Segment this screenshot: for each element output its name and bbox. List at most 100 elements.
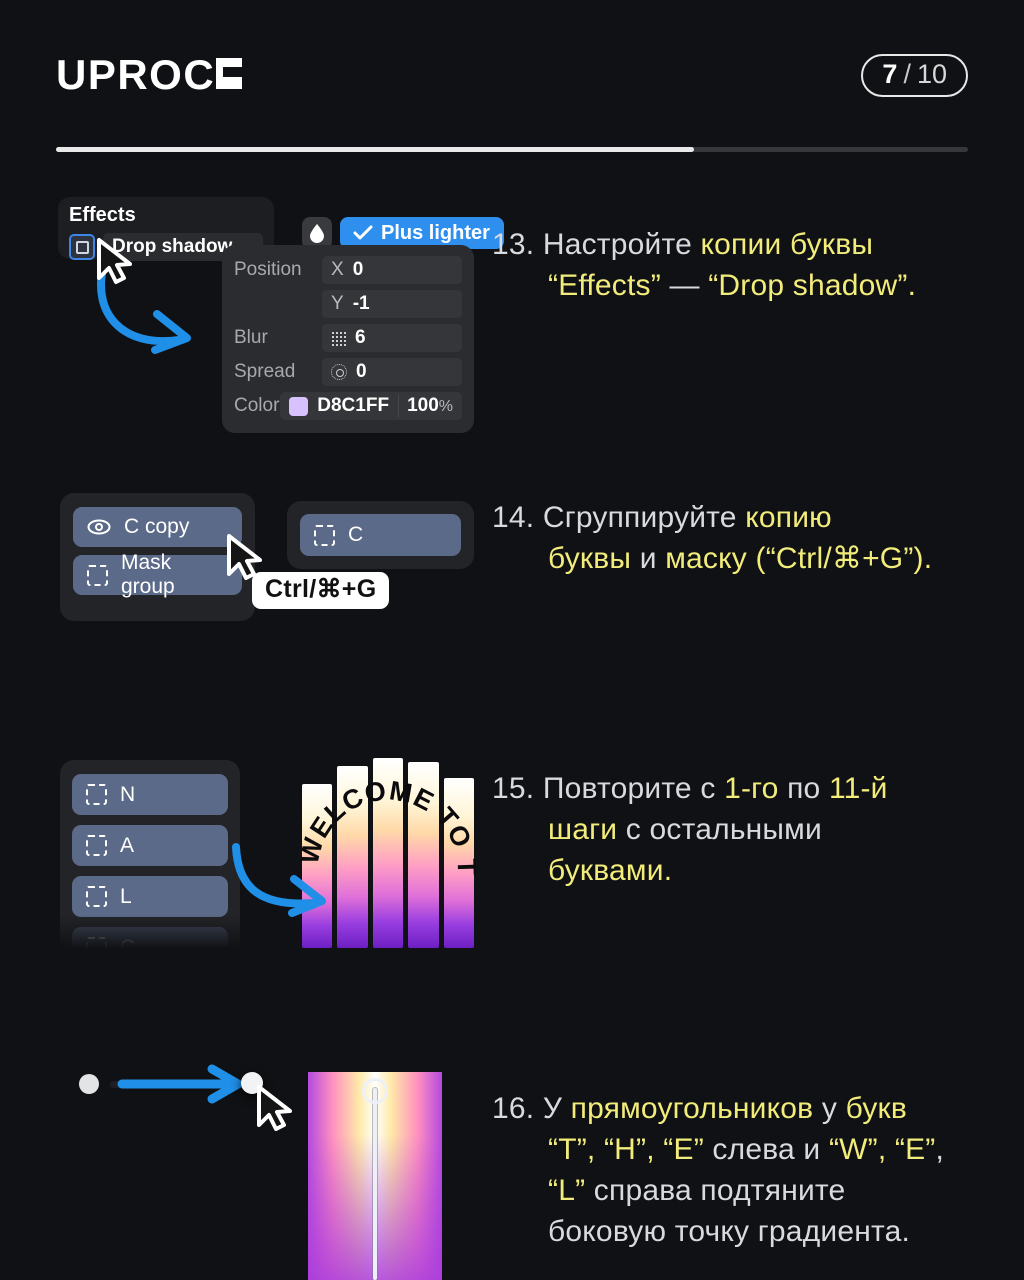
layer-row[interactable]: N	[72, 774, 228, 815]
spread-value: 0	[356, 361, 367, 382]
step-16-l3plain: справа подтяните	[585, 1174, 846, 1207]
header: UPROC 7 / 10	[56, 44, 968, 106]
property-label: Blur	[234, 327, 268, 348]
layer-row[interactable]: C copy	[73, 507, 242, 547]
step-15-line1-plain: Повторите с	[542, 772, 725, 805]
layers-panel-right[interactable]: C	[287, 501, 474, 569]
position-y-input[interactable]: Y -1	[322, 290, 462, 318]
property-row-spread: Spread 0	[234, 358, 462, 386]
step-13-line2: “Effects” — “Drop shadow”.	[492, 265, 1002, 306]
property-row-position: Position X 0	[234, 256, 462, 284]
step-14-hl-bukvy: буквы	[548, 542, 632, 575]
slide-page: UPROC 7 / 10 Effects Drop shadow Plus li…	[0, 0, 1024, 1280]
page-counter-current: 7	[882, 58, 898, 89]
dashed-frame-icon	[86, 784, 107, 805]
brand-logo-text: UPROC	[56, 51, 216, 98]
layer-label: N	[120, 782, 136, 806]
brand-logo-mark-icon	[216, 58, 243, 89]
step-14-shortcut-tail: (“Ctrl/⌘+G”).	[746, 542, 933, 575]
step-14-number: 14.	[492, 501, 535, 534]
step-14-line1-highlight: копию	[745, 501, 832, 534]
blend-mode-label: Plus lighter	[381, 221, 490, 244]
page-counter-separator: /	[903, 58, 911, 89]
step-16-hl-rect: прямоугольников	[570, 1092, 814, 1125]
check-icon	[353, 225, 373, 240]
step-13-dash: —	[660, 269, 709, 302]
property-row-position-y: Y -1	[234, 290, 462, 318]
layer-label: C	[120, 935, 136, 956]
layer-row[interactable]: Mask group	[73, 551, 242, 598]
property-label: Position	[234, 259, 302, 280]
color-hex-value: D8C1FF	[317, 395, 390, 416]
blur-value: 6	[355, 327, 366, 348]
layer-row[interactable]: C	[300, 514, 461, 556]
effects-panel-title: Effects	[69, 204, 136, 226]
step-14-text: 14. Сгруппируйте копию буквы и маску (“C…	[492, 497, 1012, 579]
step-13-text: 13. Настройте копии буквы “Effects” — “D…	[492, 224, 1002, 306]
dashed-frame-icon	[86, 937, 107, 955]
spread-input[interactable]: 0	[322, 358, 462, 386]
property-label: Color	[234, 395, 280, 416]
property-label: Spread	[234, 361, 296, 382]
step-15-period: .	[663, 854, 673, 887]
layer-label: Mask group	[121, 551, 175, 598]
step-16-l2mid: слева и	[703, 1133, 829, 1166]
page-counter-total: 10	[916, 58, 947, 89]
step-16-hl-the: “T”, “H”, “E”	[548, 1133, 704, 1166]
layer-row[interactable]: L	[72, 876, 228, 917]
gradient-handle-line	[373, 1088, 377, 1280]
step-16-hl-letters: букв	[845, 1092, 907, 1125]
step-16-l1b: у	[813, 1092, 846, 1125]
position-x-input[interactable]: X 0	[322, 256, 462, 284]
step-15-text: 15. Повторите с 1-го по 11-й шаги с оста…	[492, 768, 1002, 891]
step-15-line2-plain: с остальными	[617, 813, 822, 846]
step-15-number: 15.	[492, 772, 535, 805]
mouse-cursor-icon	[257, 1085, 292, 1131]
step-15-hl-bukvami: буквами	[548, 854, 664, 887]
dashed-frame-icon	[87, 564, 108, 586]
step-14-mid: и	[631, 542, 666, 575]
color-input[interactable]: D8C1FF 100%	[280, 392, 462, 420]
eye-icon	[87, 519, 111, 535]
step-16-line3: “L” справа подтяните	[492, 1170, 1012, 1211]
progress-bar-fill	[56, 147, 695, 152]
step-13-line1-plain: Настройте	[542, 228, 701, 261]
axis-label-y: Y	[331, 293, 344, 314]
opacity-unit: %	[438, 398, 453, 415]
straight-arrow-annotation	[117, 1064, 243, 1104]
page-counter-badge: 7 / 10	[861, 53, 968, 97]
gradient-handle-dot[interactable]	[362, 1078, 388, 1104]
layer-label: C	[348, 523, 364, 546]
step-16-hl-l: “L”	[548, 1174, 586, 1207]
step-15-hl-to: 11-й	[828, 772, 888, 805]
color-opacity[interactable]: 100%	[398, 395, 453, 417]
layer-label: C copy	[124, 515, 190, 538]
color-swatch-icon[interactable]	[289, 396, 309, 416]
opacity-value: 100	[407, 395, 439, 416]
curved-arrow-annotation	[232, 843, 326, 917]
layer-row[interactable]: C	[72, 927, 228, 955]
step-16-number: 16.	[492, 1092, 535, 1125]
square-icon[interactable]	[69, 234, 95, 260]
step-16-comma: ,	[935, 1133, 945, 1166]
layer-label: A	[120, 833, 135, 857]
gradient-rectangle[interactable]	[308, 1072, 442, 1280]
step-15-mid: по	[778, 772, 829, 805]
step-16-hl-we: “W”, “E”	[828, 1133, 936, 1166]
step-15-hl-from: 1-го	[724, 772, 779, 805]
gradient-handle-start[interactable]	[79, 1074, 99, 1094]
blur-input[interactable]: 6	[322, 324, 462, 352]
drop-shadow-properties[interactable]: Position X 0 Y -1 Blur 6 Spread 0 Color …	[222, 245, 474, 433]
dashed-frame-icon	[314, 524, 335, 546]
position-y-value: -1	[352, 293, 370, 314]
step-16-l1a: У	[542, 1092, 571, 1125]
step-14-line1-plain: Сгруппируйте	[542, 501, 746, 534]
step-13-period: .	[907, 269, 917, 302]
dashed-frame-icon	[86, 835, 107, 856]
step-15-line3: буквами.	[492, 850, 1002, 891]
grid-icon	[331, 330, 346, 346]
layers-panel-alphabet[interactable]: N A L C	[60, 760, 240, 955]
layer-row[interactable]: A	[72, 825, 228, 866]
step-13-line1-highlight: копии буквы	[700, 228, 874, 261]
position-x-value: 0	[352, 259, 364, 280]
